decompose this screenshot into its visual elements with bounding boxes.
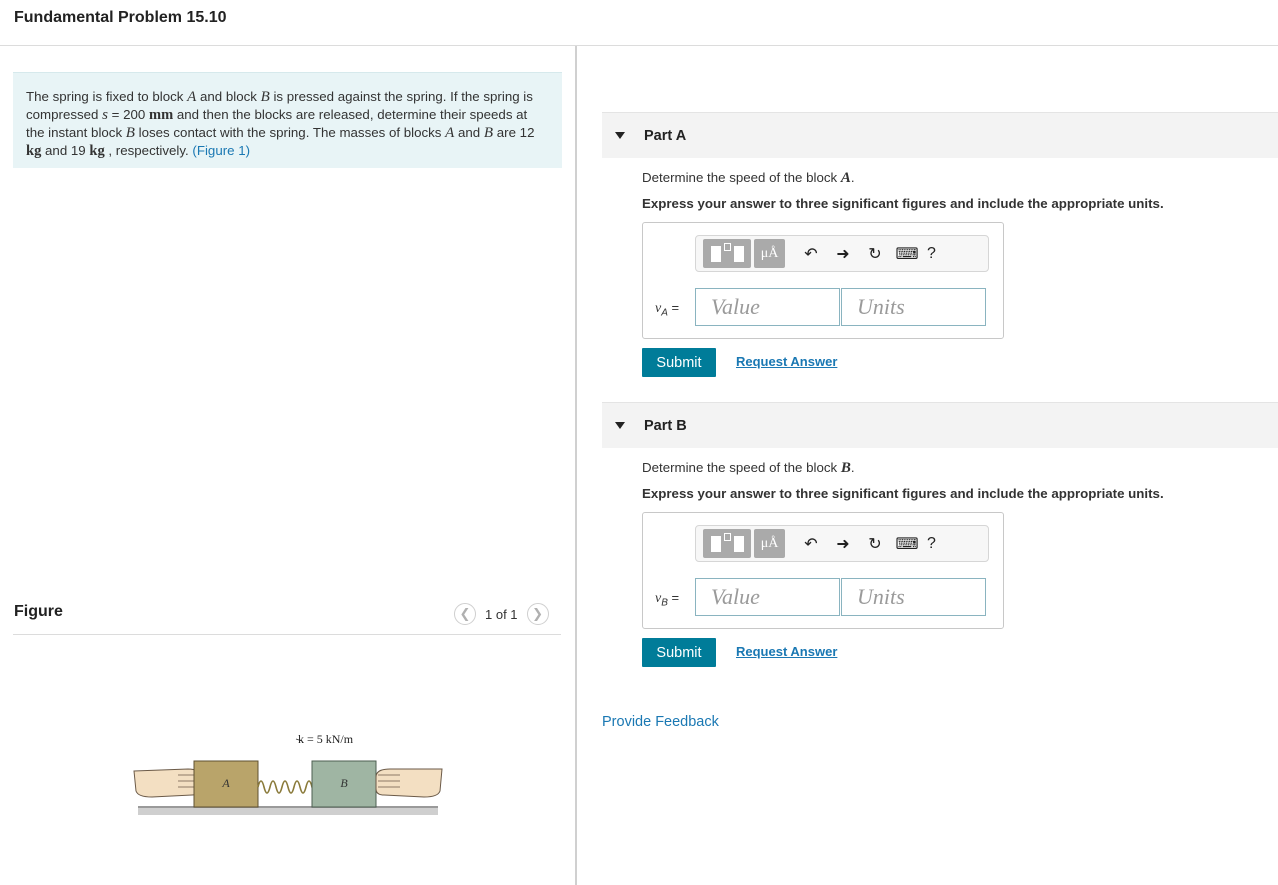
request-answer-link[interactable]: Request Answer [736, 644, 837, 659]
redo-icon[interactable]: ➜ [827, 529, 859, 558]
unit-mm: mm [149, 107, 174, 123]
part-b-question: Determine the speed of the block B. [642, 460, 855, 477]
page-title: Fundamental Problem 15.10 [14, 9, 227, 26]
part-a-header[interactable]: Part A [602, 112, 1278, 158]
ground-surface [138, 807, 438, 815]
units-input[interactable]: Units [841, 288, 986, 326]
value-input[interactable]: Value [695, 578, 840, 616]
submit-button[interactable]: Submit [642, 638, 716, 667]
question-var: A [840, 170, 851, 186]
part-a-instruction: Express your answer to three significant… [642, 196, 1164, 211]
figure-divider [13, 634, 561, 635]
header-divider [0, 45, 1278, 46]
provide-feedback-link[interactable]: Provide Feedback [602, 714, 719, 730]
keyboard-icon[interactable]: ⌨ [891, 239, 923, 268]
pager-text: 1 of 1 [485, 606, 518, 622]
equals-sign: = [671, 300, 680, 315]
templates-icon[interactable] [703, 529, 751, 558]
value-input[interactable]: Value [695, 288, 840, 326]
undo-icon[interactable]: ↶ [795, 529, 827, 558]
templates-icon[interactable] [703, 239, 751, 268]
question-text: Determine the speed of the block [642, 170, 841, 185]
block-a-var: A [445, 125, 455, 141]
units-button[interactable]: μÅ [754, 529, 785, 558]
problem-text: loses contact with the spring. The masse… [134, 125, 446, 140]
part-b-instruction: Express your answer to three significant… [642, 486, 1164, 501]
problem-text: and block [196, 89, 261, 104]
question-end: . [850, 170, 855, 185]
variable-label: vA = [655, 300, 679, 319]
var-subscript: B [661, 597, 668, 609]
var-subscript: A [661, 307, 668, 319]
block-b-var: B [483, 125, 494, 141]
problem-statement: The spring is fixed to block A and block… [13, 72, 562, 168]
units-input[interactable]: Units [841, 578, 986, 616]
block-b-var: B [260, 89, 270, 105]
block-b-label: B [340, 776, 348, 790]
block-a-label: A [221, 776, 230, 790]
reset-icon[interactable]: ↻ [859, 239, 891, 268]
block-a-var: A [187, 89, 197, 105]
equals-sign: = [671, 590, 680, 605]
problem-text: are 12 [493, 125, 535, 140]
request-answer-link[interactable]: Request Answer [736, 354, 837, 369]
chevron-left-icon[interactable]: ❮ [454, 603, 476, 625]
question-end: . [850, 460, 855, 475]
part-b-header[interactable]: Part B [602, 402, 1278, 448]
figure-heading: Figure [14, 603, 63, 620]
figure-link[interactable]: (Figure 1) [192, 143, 250, 158]
redo-icon[interactable]: ➜ [827, 239, 859, 268]
help-button[interactable]: ? [927, 245, 936, 263]
caret-down-icon[interactable] [615, 132, 625, 139]
spring-constant-label: k = 5 kN/m [298, 732, 354, 746]
part-a-title: Part A [644, 127, 687, 144]
math-toolbar: μÅ ↶ ➜ ↻ ⌨ ? [695, 525, 989, 562]
left-hand-icon [133, 768, 201, 798]
part-a-question: Determine the speed of the block A. [642, 170, 855, 187]
ground-line [138, 806, 438, 808]
units-button[interactable]: μÅ [754, 239, 785, 268]
help-button[interactable]: ? [927, 535, 936, 553]
figure-pager: ❮ 1 of 1 ❯ [454, 603, 549, 625]
reset-icon[interactable]: ↻ [859, 529, 891, 558]
problem-text: = 200 [107, 107, 150, 122]
keyboard-icon[interactable]: ⌨ [891, 529, 923, 558]
question-text: Determine the speed of the block [642, 460, 841, 475]
part-b-answer-box: μÅ ↶ ➜ ↻ ⌨ ? vB = Value Units [642, 512, 1004, 629]
undo-icon[interactable]: ↶ [795, 239, 827, 268]
spring-blocks-figure: A k = 5 kN/m B [133, 732, 443, 815]
unit-kg: kg [26, 143, 42, 159]
submit-button[interactable]: Submit [642, 348, 716, 377]
variable-label: vB = [655, 590, 679, 609]
caret-down-icon[interactable] [615, 422, 625, 429]
problem-text: and [454, 125, 484, 140]
part-a-answer-box: μÅ ↶ ➜ ↻ ⌨ ? vA = Value Units [642, 222, 1004, 339]
right-hand-icon [375, 768, 443, 798]
problem-text: The spring is fixed to block [26, 89, 188, 104]
block-b-var: B [125, 125, 135, 141]
pane-divider[interactable] [575, 46, 577, 885]
chevron-right-icon[interactable]: ❯ [526, 603, 549, 625]
part-b-title: Part B [644, 417, 687, 434]
question-var: B [840, 460, 851, 476]
math-toolbar: μÅ ↶ ➜ ↻ ⌨ ? [695, 235, 989, 272]
problem-text: and 19 [41, 143, 90, 158]
problem-text: , respectively. [104, 143, 193, 158]
unit-kg: kg [89, 143, 105, 159]
